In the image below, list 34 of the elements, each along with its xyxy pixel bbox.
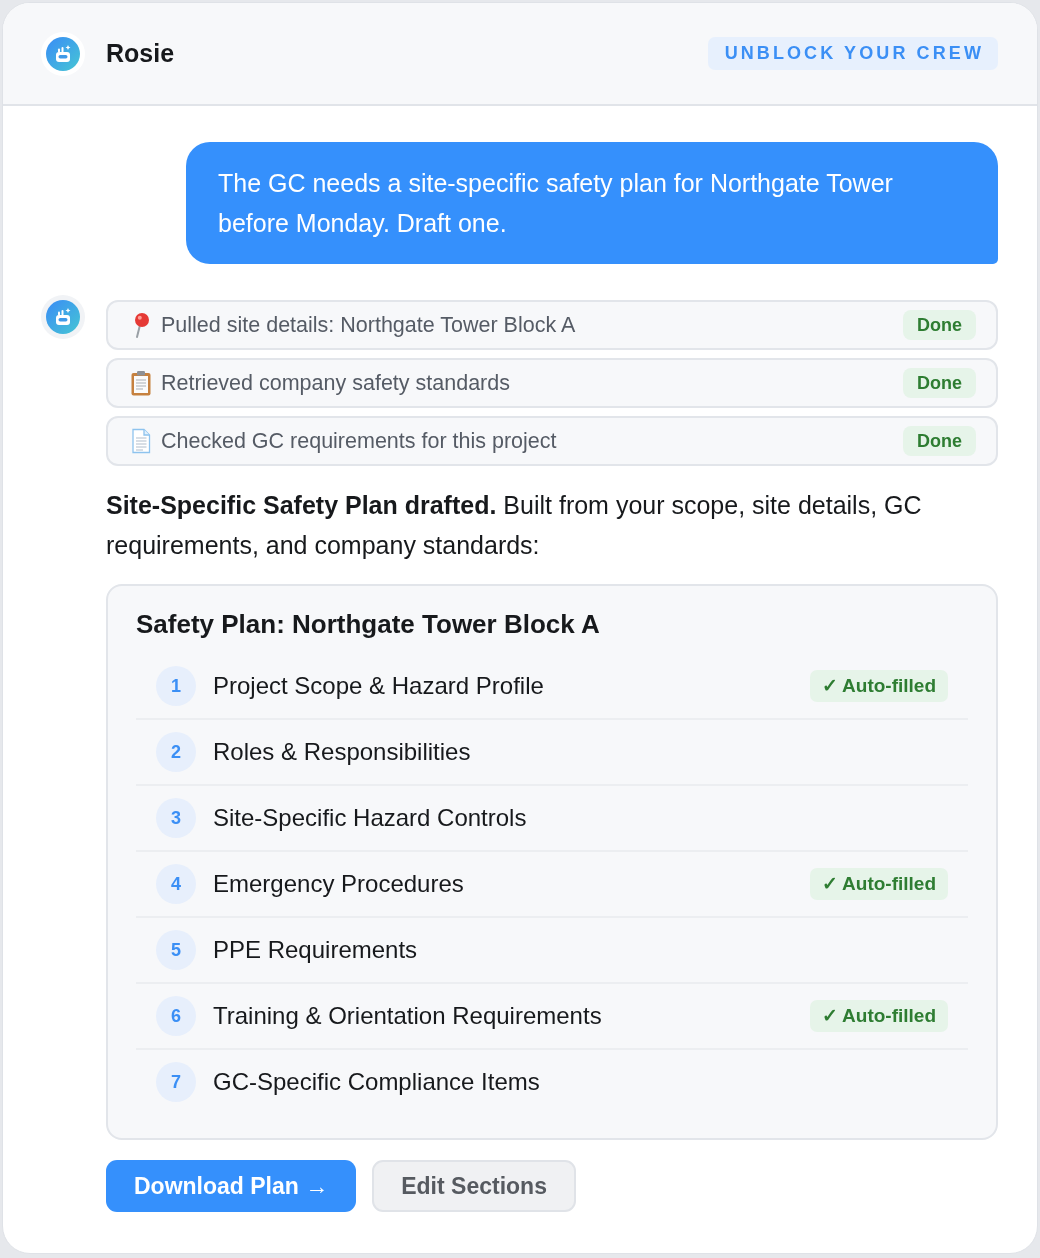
section-number: 2 — [156, 732, 196, 772]
step-text: Checked GC requirements for this project — [161, 428, 557, 454]
plan-title: Safety Plan: Northgate Tower Block A — [136, 608, 601, 640]
autofill-badge: ✓ Auto-filled — [809, 670, 948, 702]
robot-icon — [41, 295, 85, 339]
step-text: Pulled site details: Northgate Tower Block A — [161, 312, 576, 338]
step-text: Retrieved company safety standards — [161, 370, 510, 396]
section-number: 7 — [156, 1062, 196, 1102]
status-badge: Done — [903, 310, 976, 340]
autofill-badge: ✓ Auto-filled — [809, 868, 948, 900]
autofill-badge: ✓ Auto-filled — [809, 1000, 948, 1032]
clipboard-icon — [130, 370, 152, 396]
section-title: PPE Requirements — [213, 936, 418, 964]
user-message: The GC needs a site-specific safety plan for Northgate Tower before Monday. Draft one. — [186, 142, 998, 264]
section-title: Site-Specific Hazard Controls — [213, 804, 527, 832]
summary-text: Site-Specific Safety Plan drafted. Built from your scope, site details, GC requirements, and company standards: — [106, 490, 923, 561]
section-title: Emergency Procedures — [213, 870, 464, 898]
robot-icon — [41, 31, 85, 76]
section-number: 5 — [156, 930, 196, 970]
header-badge: UNBLOCK YOUR CREW — [707, 37, 998, 70]
section-title: Project Scope & Hazard Profile — [213, 672, 544, 700]
section-title: Roles & Responsibilities — [213, 738, 471, 766]
edit-button[interactable]: Edit Sections — [372, 1160, 576, 1212]
status-badge: Done — [903, 426, 976, 456]
status-badge: Done — [903, 368, 976, 398]
document-icon — [130, 428, 152, 454]
download-button[interactable]: Download Plan → — [106, 1160, 357, 1212]
section-title: Training & Orientation Requirements — [213, 1002, 602, 1030]
section-number: 1 — [156, 666, 196, 706]
section-number: 6 — [156, 996, 196, 1036]
section-number: 4 — [156, 864, 196, 904]
assistant-name: Rosie — [106, 39, 175, 68]
section-number: 3 — [156, 798, 196, 838]
section-title: GC-Specific Compliance Items — [213, 1068, 540, 1096]
